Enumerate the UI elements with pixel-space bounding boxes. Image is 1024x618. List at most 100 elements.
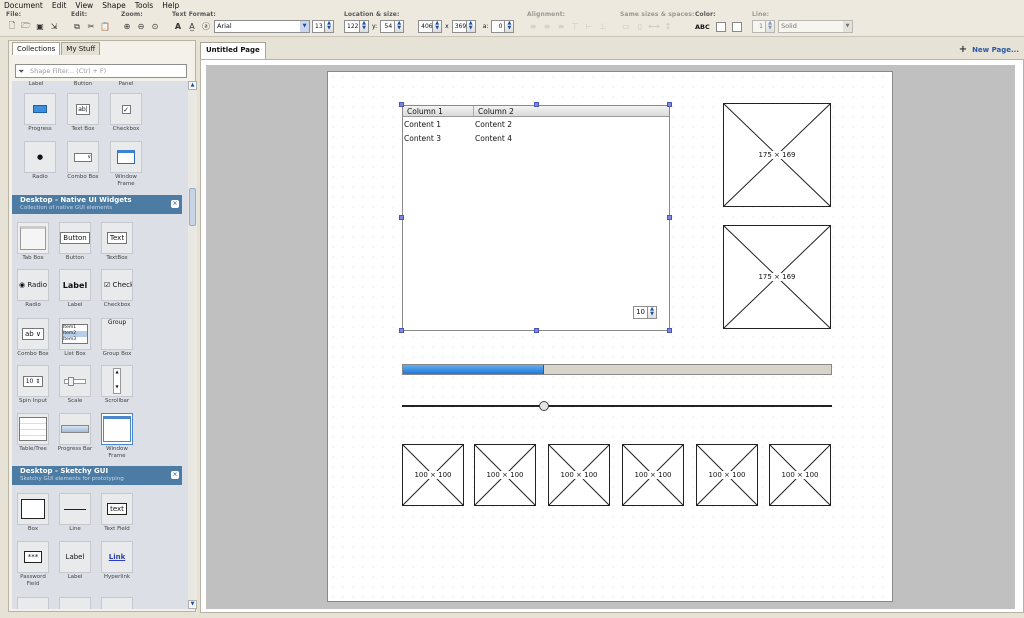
shape-text-box[interactable]: ab| Text Box [67,93,101,133]
menu-help[interactable]: Help [158,0,184,10]
spin-arrows-icon[interactable]: ▲ ▼ [648,306,657,319]
align-left-icon[interactable]: ≡ [527,21,539,33]
menu-view[interactable]: View [71,0,98,10]
export-icon[interactable]: ⇲ [48,21,60,33]
spin-arrows-icon[interactable]: ▲ ▼ [766,20,775,33]
shape-table-tree[interactable]: Table/Tree [17,413,51,453]
line-style-select[interactable]: Solid ▼ [778,20,853,33]
shape-sketchy-label[interactable]: Label Label [59,541,93,581]
spin-arrows-icon[interactable]: ▲ ▼ [360,20,369,33]
zoom-fit-icon[interactable]: ⊙ [149,21,161,33]
menu-tools[interactable]: Tools [131,0,158,10]
shape-scale[interactable]: Scale [59,365,93,405]
column-header[interactable]: Column 1 [407,107,443,116]
table-spin-input[interactable]: 10 ▲ ▼ [633,306,657,319]
selection-handle[interactable] [667,328,672,333]
same-width-icon[interactable]: ▭ [620,21,632,33]
close-icon[interactable]: × [171,471,179,479]
selection-handle[interactable] [667,102,672,107]
selection-handle[interactable] [667,215,672,220]
font-icon[interactable]: A [172,21,184,33]
shape-checkbox[interactable]: ✓ Checkbox [110,93,144,133]
menu-shape[interactable]: Shape [98,0,131,10]
selection-handle[interactable] [534,328,539,333]
shape-window-frame[interactable]: Window Frame [110,141,144,188]
spin-arrows-icon[interactable]: ▲ ▼ [505,20,515,33]
angle-spinner[interactable]: 0 ▲ ▼ [491,20,515,33]
shape-combo-native[interactable]: ab ∨ Combo Box [17,318,51,358]
section-native-ui[interactable]: Desktop - Native UI Widgets Collection o… [12,195,182,214]
align-right-icon[interactable]: ≡ [555,21,567,33]
shape-checkbox-native[interactable]: ☑ Check Checkbox [101,269,135,309]
zoom-in-icon[interactable]: ⊕ [121,21,133,33]
align-middle-icon[interactable]: ⊢ [583,21,595,33]
image-placeholder[interactable]: 175 × 169 [723,225,831,329]
table-row[interactable]: Content 3 Content 4 [403,134,669,147]
stroke-color-swatch[interactable] [731,21,742,32]
scroll-up-icon[interactable]: ▲ [188,81,197,90]
zoom-out-icon[interactable]: ⊖ [135,21,147,33]
height-spinner[interactable]: 369 ▲ ▼ [451,20,476,33]
align-top-icon[interactable]: ⊤ [569,21,581,33]
progress-bar[interactable] [402,364,832,375]
width-spinner[interactable]: 406 ▲ ▼ [418,20,443,33]
image-placeholder[interactable]: 100 × 100 [548,444,610,506]
new-page-button[interactable]: + New Page... [959,44,1019,55]
shape-line[interactable]: Line [59,493,93,533]
tab-my-stuff[interactable]: My Stuff [61,42,101,55]
open-folder-icon[interactable]: 🗁 [20,21,32,33]
image-placeholder[interactable]: 100 × 100 [474,444,536,506]
library-scrollbar[interactable]: ▲ ▼ [188,81,197,609]
shape-progress-bar[interactable]: Progress Bar [58,413,93,453]
page-canvas[interactable]: Column 1 Column 2 Content 1 Content 2 Co… [327,71,893,602]
x-spinner[interactable]: 122 ▲ ▼ [344,20,369,33]
shape-filter-input[interactable]: ⏷ Shape Filter... (Ctrl + F) [15,64,187,78]
image-placeholder[interactable]: 100 × 100 [696,444,758,506]
scroll-thumb[interactable] [189,188,196,226]
shape-radio-native[interactable]: ◉ Radio Radio [17,269,51,309]
tab-untitled-page[interactable]: Untitled Page [200,42,266,59]
shape-spin-input[interactable]: 10 ⇕ Spin Input [17,365,51,405]
align-center-icon[interactable]: ≡ [541,21,553,33]
shape-combo-box[interactable]: ∨ Combo Box [67,141,101,181]
y-spinner[interactable]: 54 ▲ ▼ [380,20,405,33]
close-icon[interactable]: × [171,200,179,208]
text-style-icon[interactable]: ⓐ [200,21,212,33]
spin-arrows-icon[interactable]: ▲ ▼ [433,20,443,33]
shape-label-native[interactable]: Label Label [59,269,93,309]
space-vertical-icon[interactable]: ↕ [662,21,674,33]
font-size-spinner[interactable]: 13 ▲ ▼ [312,20,334,33]
save-icon[interactable]: ▣ [34,21,46,33]
shape-text-field[interactable]: text Text Field [101,493,135,533]
shape-partial[interactable] [59,597,93,609]
selection-handle[interactable] [399,328,404,333]
new-file-icon[interactable]: 🗋 [6,21,18,33]
shape-box[interactable]: Box [17,493,51,533]
shape-window-frame-native[interactable]: Window Frame [101,413,135,460]
shape-hyperlink[interactable]: Link Hyperlink [101,541,135,581]
shape-tab-box[interactable]: Tab Box [17,222,51,262]
text-color-button[interactable]: ABC [695,23,710,31]
align-bottom-icon[interactable]: ⊥ [597,21,609,33]
shape-group-box[interactable]: Group Group Box [101,318,135,358]
shape-scrollbar[interactable]: ▲ ▼ Scrollbar [101,365,135,405]
cut-icon[interactable]: ✂ [85,21,97,33]
spin-arrows-icon[interactable]: ▲ ▼ [466,20,476,33]
tab-collections[interactable]: Collections [12,42,61,55]
scroll-down-icon[interactable]: ▼ [188,600,197,609]
menu-edit[interactable]: Edit [48,0,72,10]
shape-button[interactable]: Button Button [59,222,93,262]
section-sketchy-gui[interactable]: Desktop - Sketchy GUI Sketchy GUI elemen… [12,466,182,485]
shape-partial[interactable] [101,597,135,609]
space-horizontal-icon[interactable]: ⟷ [648,21,660,33]
selection-handle[interactable] [534,102,539,107]
shape-partial[interactable] [17,597,51,609]
spin-arrows-icon[interactable]: ▲ ▼ [395,20,405,33]
same-height-icon[interactable]: ▯ [634,21,646,33]
shape-progress[interactable]: Progress [24,93,58,133]
fill-color-swatch[interactable] [715,21,726,32]
image-placeholder[interactable]: 100 × 100 [402,444,464,506]
slider-track[interactable] [402,405,832,407]
slider-thumb[interactable] [538,401,549,411]
menu-document[interactable]: Document [0,0,48,10]
